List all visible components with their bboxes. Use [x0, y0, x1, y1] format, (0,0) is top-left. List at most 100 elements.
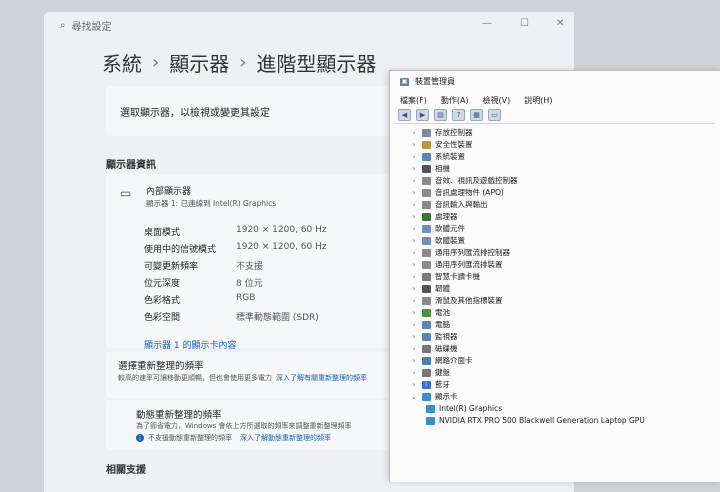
tree-category[interactable]: › 電腦	[410, 319, 450, 330]
related-support-title: 相關支援	[106, 465, 146, 476]
prop-key: 位元深度	[144, 279, 181, 289]
forward-icon[interactable]: ▶	[416, 109, 429, 121]
tree-category[interactable]: › 鍵盤	[410, 367, 450, 378]
tree-category[interactable]: › 軟體裝置	[410, 235, 465, 246]
dynamic-refresh-warning: i 不支援動態重新整理的頻率 深入了解動態重新整理的頻率	[136, 433, 331, 443]
chevron-right-icon[interactable]: ›	[410, 213, 418, 221]
refresh-rate-learn-link[interactable]: 深入了解有關重新整理的頻率	[276, 374, 367, 382]
refresh-rate-title: 選擇重新整理的頻率	[118, 361, 204, 372]
tree-category[interactable]: › 智慧卡讀卡機	[410, 271, 480, 282]
menu-file[interactable]: 檔案(F)	[400, 95, 427, 106]
search-input[interactable]: 尋找設定	[72, 18, 112, 33]
category-label: 處理器	[435, 212, 458, 221]
chevron-right-icon[interactable]: ›	[410, 285, 418, 293]
tree-category[interactable]: › 音訊處理物件 (APO)	[410, 187, 504, 198]
chevron-right-icon[interactable]: ›	[410, 177, 418, 185]
tree-device[interactable]: NVIDIA RTX PRO 500 Blackwell Generation …	[426, 415, 645, 426]
tree-category[interactable]: › 安全性裝置	[410, 139, 473, 150]
prop-value: 不支援	[236, 262, 264, 272]
chevron-right-icon[interactable]: ›	[410, 273, 418, 281]
chevron-right-icon[interactable]: ›	[410, 369, 418, 377]
dynamic-refresh-title: 動態重新整理的頻率	[136, 410, 222, 421]
disk-drive-icon	[422, 344, 431, 353]
prop-row: 色彩格式 RGB	[144, 293, 255, 306]
chevron-right-icon[interactable]: ›	[410, 237, 418, 245]
tree-category-expanded[interactable]: ⌄ 顯示卡	[410, 391, 457, 402]
help-icon[interactable]: ?	[452, 109, 465, 121]
prop-row: 使用中的信號模式 1920 × 1200, 60 Hz	[144, 242, 327, 255]
chevron-right-icon[interactable]: ›	[410, 333, 418, 341]
toolbar: ◀ ▶ ▤ ? ▦ ▭	[398, 109, 501, 121]
breadcrumb-system[interactable]: 系統	[102, 48, 142, 77]
camera-icon	[422, 164, 431, 173]
chevron-right-icon[interactable]: ›	[410, 201, 418, 209]
prop-row: 桌面模式 1920 × 1200, 60 Hz	[144, 225, 327, 238]
computer-icon	[422, 320, 431, 329]
chevron-right-icon[interactable]: ›	[410, 381, 418, 389]
tree-category[interactable]: › 通用序列匯流排裝置	[410, 259, 503, 270]
audio-processing-icon	[422, 188, 431, 197]
adapter-properties-link[interactable]: 顯示器 1 的顯示卡內容	[144, 338, 236, 351]
info-icon: i	[136, 434, 144, 442]
tree-category[interactable]: › 韌體	[410, 283, 450, 294]
prop-row: 位元深度 8 位元	[144, 276, 263, 289]
tree-category[interactable]: › 監視器	[410, 331, 458, 342]
back-icon[interactable]: ◀	[398, 109, 411, 121]
menu-help[interactable]: 說明(H)	[524, 95, 552, 106]
tree-category[interactable]: › 電池	[410, 307, 450, 318]
prop-value: 1920 × 1200, 60 Hz	[236, 242, 327, 252]
tree-category[interactable]: › 滑鼠及其他指標裝置	[410, 295, 503, 306]
monitor-scan-icon[interactable]: ▭	[488, 109, 501, 121]
chevron-right-icon[interactable]: ›	[410, 321, 418, 329]
chevron-down-icon[interactable]: ⌄	[410, 393, 418, 401]
tree-category[interactable]: › 處理器	[410, 211, 458, 222]
processor-icon	[422, 212, 431, 221]
tree-device[interactable]: Intel(R) Graphics	[426, 403, 502, 414]
close-icon[interactable]: ✕	[556, 18, 564, 29]
chevron-right-icon[interactable]: ›	[410, 261, 418, 269]
category-label: 藍牙	[435, 380, 450, 389]
category-label: 通用序列匯流排裝置	[435, 260, 503, 269]
chevron-right-icon[interactable]: ›	[410, 165, 418, 173]
dynamic-refresh-learn-link[interactable]: 深入了解動態重新整理的頻率	[240, 433, 331, 443]
display-adapter-icon	[426, 416, 435, 425]
chevron-right-icon[interactable]: ›	[410, 297, 418, 305]
chevron-right-icon[interactable]: ›	[410, 309, 418, 317]
tree-category[interactable]: › 通用序列匯流排控制器	[410, 247, 510, 258]
menu-view[interactable]: 檢視(V)	[483, 95, 511, 106]
category-label: 滑鼠及其他指標裝置	[435, 296, 503, 305]
battery-icon	[422, 308, 431, 317]
chevron-right-icon[interactable]: ›	[410, 225, 418, 233]
category-label: 音訊輸入與輸出	[435, 200, 488, 209]
monitor-icon	[422, 332, 431, 341]
maximize-icon[interactable]: ☐	[520, 18, 529, 29]
chevron-right-icon[interactable]: ›	[410, 249, 418, 257]
chevron-right-icon[interactable]: ›	[410, 189, 418, 197]
search-box[interactable]: ⌕ 尋找設定	[60, 16, 210, 34]
tree-category[interactable]: › 相機	[410, 163, 450, 174]
menu-action[interactable]: 動作(A)	[441, 95, 469, 106]
monitor-subtitle: 顯示器 1: 已連線到 Intel(R) Graphics	[146, 199, 277, 208]
prop-value: 1920 × 1200, 60 Hz	[236, 225, 327, 235]
tree-category[interactable]: › ᛒ 藍牙	[410, 379, 450, 390]
tree-category[interactable]: › 存放控制器	[410, 127, 473, 138]
device-manager-window: ▣ 裝置管理員 檔案(F) 動作(A) 檢視(V) 說明(H) ◀ ▶ ▤ ? …	[389, 70, 720, 482]
monitor-name: 內部顯示器	[146, 187, 192, 197]
properties-icon[interactable]: ▤	[434, 109, 447, 121]
chevron-right-icon[interactable]: ›	[410, 345, 418, 353]
tree-category[interactable]: › 軟體元件	[410, 223, 465, 234]
tree-category[interactable]: › 網路介面卡	[410, 355, 473, 366]
chevron-right-icon[interactable]: ›	[410, 129, 418, 137]
tree-category[interactable]: › 系統裝置	[410, 151, 465, 162]
minimize-icon[interactable]: —	[482, 18, 492, 29]
chevron-right-icon[interactable]: ›	[410, 141, 418, 149]
chevron-right-icon[interactable]: ›	[410, 153, 418, 161]
tree-category[interactable]: › 磁碟機	[410, 343, 458, 354]
device-manager-title: 裝置管理員	[415, 77, 455, 86]
chevron-right-icon[interactable]: ›	[410, 357, 418, 365]
update-driver-icon[interactable]: ▦	[470, 109, 483, 121]
tree-category[interactable]: › 音訊輸入與輸出	[410, 199, 488, 210]
chevron-right-icon: ›	[152, 52, 160, 73]
breadcrumb-display[interactable]: 顯示器	[169, 48, 229, 77]
tree-category[interactable]: › 音效、視訊及遊戲控制器	[410, 175, 518, 186]
